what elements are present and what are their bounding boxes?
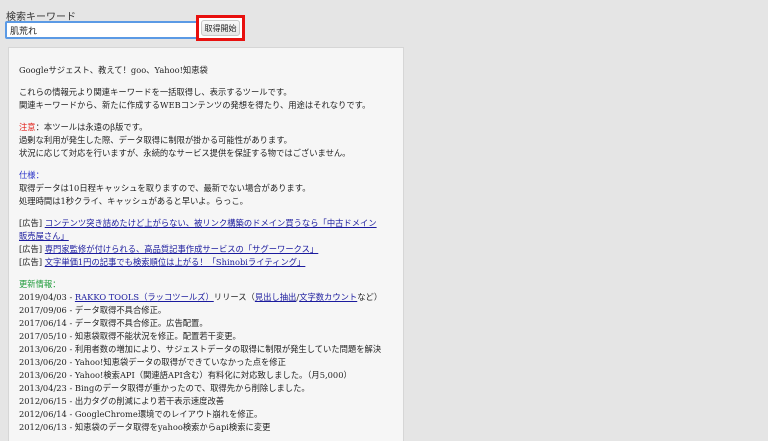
update-item: 2017/06/14 - データ取得不具合修正。広告配置。	[19, 318, 208, 328]
ad-link[interactable]: 専門家監修が付けられる、高品質記事作成サービスの「サグーワークス」	[45, 244, 319, 254]
update-item: 2013/06/20 - 利用者数の増加により、サジェストデータの取得に制限が発…	[19, 344, 382, 354]
update-item: 2012/06/13 - 知恵袋のデータ取得をyahoo検索からapi検索に変更	[19, 422, 271, 432]
ad-link[interactable]: コンテンツ突き詰めたけど上がらない、被リンク構築のドメイン買うなら「中古ドメイン	[45, 218, 377, 228]
intro-line: これらの情報元より関連キーワードを一括取得し、表示するツールです。	[19, 87, 292, 97]
ad-link[interactable]: 文字単価1円の記事でも検索順位は上がる！「Shinobiライティング」	[45, 257, 306, 267]
spec-heading: 仕様：	[19, 169, 393, 182]
notice-line: 注意：本ツールは永遠のβ版です。	[19, 121, 393, 134]
intro-title: Googleサジェスト、教えて！goo、Yahoo!知恵袋	[19, 65, 208, 75]
ad-item: [広告] コンテンツ突き詰めたけど上がらない、被リンク構築のドメイン買うなら「中…	[19, 217, 393, 230]
ad-item: 販売屋さん」	[19, 230, 393, 243]
notice-text: ：本ツールは永遠のβ版です。	[35, 122, 148, 132]
update-item: 2017/09/06 - データ取得不具合修正。	[19, 305, 167, 315]
notice-label: 注意	[19, 122, 36, 132]
updates-heading: 更新情報：	[19, 278, 393, 291]
rakko-tools-link[interactable]: RAKKO TOOLS（ラッコツールズ）	[75, 292, 214, 302]
updates-label-suffix: ：	[52, 279, 61, 289]
ad-prefix: [広告]	[19, 244, 43, 254]
update-item: 2019/04/03 - RAKKO TOOLS（ラッコツールズ）リリース（見出…	[19, 291, 393, 304]
ad-prefix: [広告]	[19, 218, 43, 228]
keyword-search-input[interactable]	[5, 21, 199, 39]
update-item: 2012/06/14 - GoogleChrome環境でのレイアウト崩れを修正。	[19, 409, 263, 419]
spec-line: 取得データは10日程キャッシュを取りますので、最新でない場合があります。	[19, 183, 311, 193]
update-item: 2017/05/10 - 知恵袋取得不能状況を修正。配置若干変更。	[19, 331, 241, 341]
ad-prefix: [広告]	[19, 257, 43, 267]
update-item: 2013/06/20 - Yahoo!知恵袋データの取得ができていなかった点を修…	[19, 357, 286, 367]
heading-extract-link[interactable]: 見出し抽出	[255, 292, 297, 302]
spec-label: 仕様	[19, 170, 36, 180]
spec-line: 処理時間は1秒クライ、キャッシュがあると早いよ。らっこ。	[19, 196, 248, 206]
ad-item: [広告] 専門家監修が付けられる、高品質記事作成サービスの「サグーワークス」	[19, 243, 393, 256]
spec-label-suffix: ：	[35, 170, 44, 180]
update-text: など）	[357, 292, 383, 302]
intro-line: 関連キーワードから、新たに作成するWEBコンテンツの発想を得たり、用途はそれなり…	[19, 100, 371, 110]
update-item: 2013/04/23 - Bingのデータ取得が重かったので、取得先から削除しま…	[19, 383, 310, 393]
ad-link-continued[interactable]: 販売屋さん」	[19, 231, 69, 241]
page: 検索キーワード 取得開始 Googleサジェスト、教えて！goo、Yahoo!知…	[0, 0, 768, 441]
char-count-link[interactable]: 文字数カウント	[299, 292, 357, 302]
start-fetch-button[interactable]: 取得開始	[201, 20, 240, 36]
update-text: リリース（	[213, 292, 255, 302]
notice-line: 過剰な利用が発生した際、データ取得に制限が掛かる可能性があります。	[19, 135, 292, 145]
update-item: 2013/06/20 - Yahoo!検索API（関連語API含む）有料化に対応…	[19, 370, 352, 380]
info-panel: Googleサジェスト、教えて！goo、Yahoo!知恵袋 これらの情報元より関…	[8, 47, 404, 441]
updates-label: 更新情報	[19, 279, 53, 289]
submit-button-highlight: 取得開始	[196, 15, 245, 41]
notice-line: 状況に応じて対応を行いますが、永続的なサービス提供を保証する物ではございません。	[19, 148, 351, 158]
update-date: 2019/04/03 -	[19, 292, 75, 302]
update-item: 2012/06/15 - 出力タグの削減により若干表示速度改善	[19, 396, 225, 406]
ad-item: [広告] 文字単価1円の記事でも検索順位は上がる！「Shinobiライティング」	[19, 256, 393, 269]
